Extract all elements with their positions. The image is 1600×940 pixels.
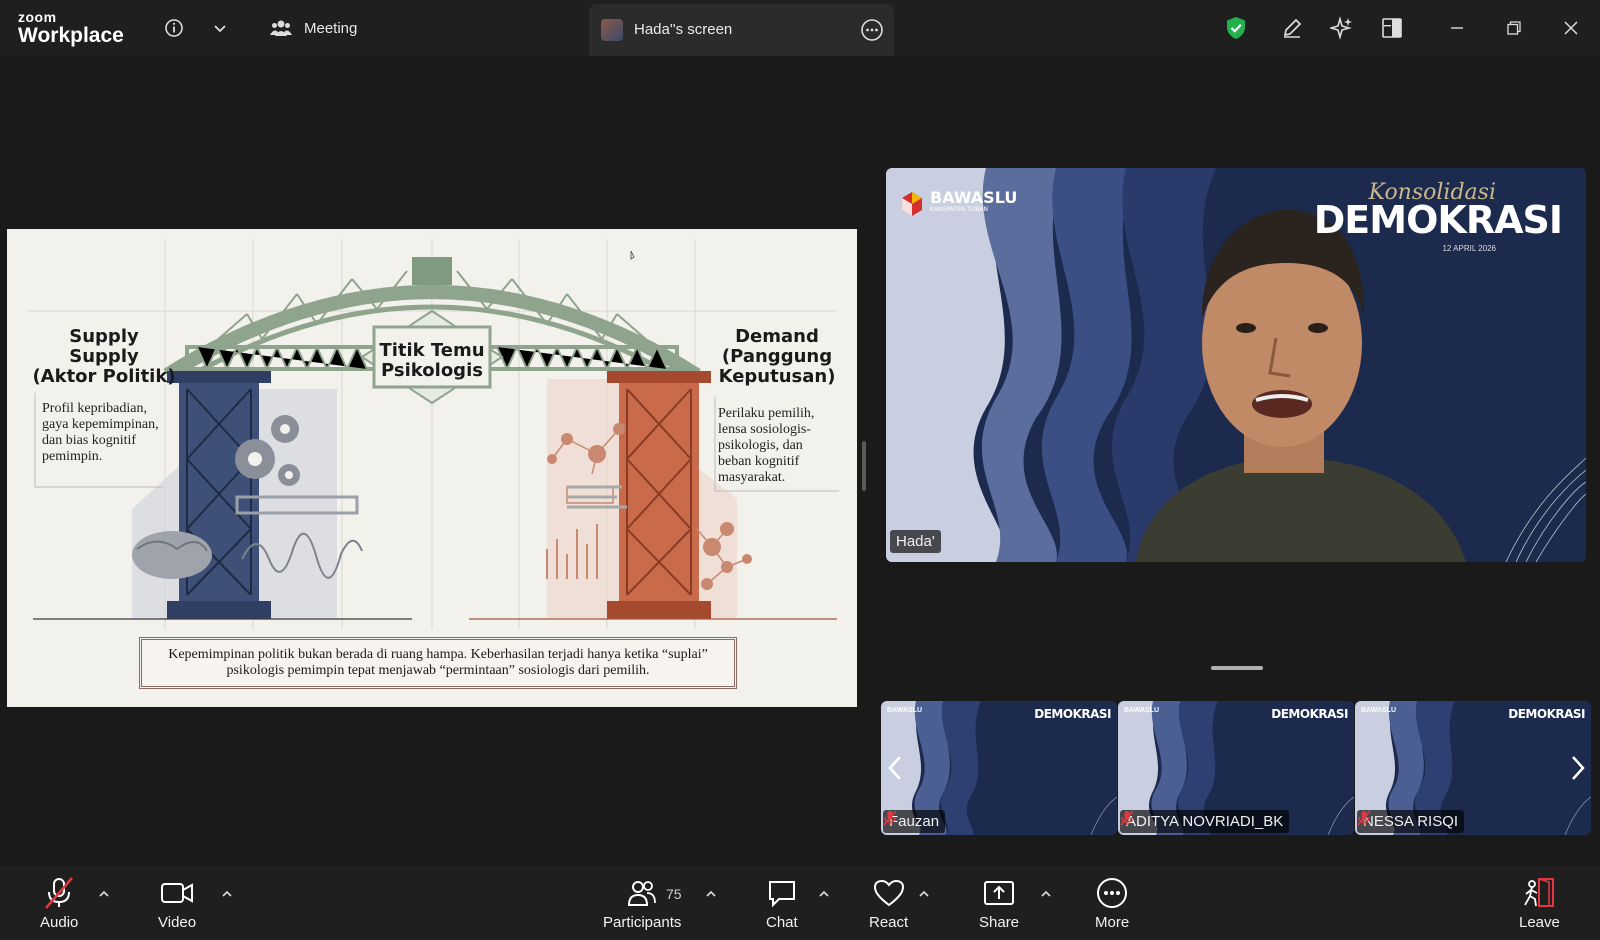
bawaslu-logo-sub: KABUPATEN TUBAN — [930, 206, 988, 213]
meeting-tab-label: Meeting — [304, 19, 358, 37]
react-button[interactable]: React — [869, 876, 908, 931]
audio-label: Audio — [40, 914, 79, 931]
leave-door-icon — [1522, 876, 1556, 910]
participant-name-tag: Fauzan — [883, 810, 946, 833]
chevron-right-icon — [1572, 756, 1585, 780]
minimize-icon[interactable] — [1443, 14, 1471, 42]
thumb-logo: BAWASLU — [887, 707, 922, 714]
video-options-caret[interactable] — [219, 886, 235, 902]
participant-name: NESSA RISQI — [1363, 813, 1459, 830]
close-icon[interactable] — [1557, 14, 1585, 42]
speaker-name-tag: Hada' — [890, 530, 941, 553]
meeting-tab[interactable]: Meeting — [270, 14, 357, 42]
leave-label: Leave — [1519, 914, 1560, 931]
thumb-logo: BAWASLU — [1361, 707, 1396, 714]
avatar — [601, 19, 623, 41]
react-options-caret[interactable] — [916, 886, 932, 902]
share-button[interactable]: Share — [979, 876, 1019, 931]
chevron-up-icon — [919, 890, 929, 897]
chevron-up-icon — [99, 890, 109, 897]
brand-big: Workplace — [18, 24, 124, 47]
participant-name-tag: NESSA RISQI — [1357, 810, 1465, 833]
thumb-event-title: DEMOKRASI — [1508, 707, 1585, 721]
video-button[interactable]: Video — [158, 876, 196, 931]
active-speaker-video[interactable]: BAWASLU KABUPATEN TUBAN Konsolidasi DEMO… — [886, 168, 1586, 562]
react-label: React — [869, 914, 909, 931]
participant-thumbnail[interactable]: BAWASLU DEMOKRASI Fauzan — [881, 701, 1117, 835]
thumb-logo: BAWASLU — [1124, 707, 1159, 714]
mic-muted-icon — [883, 810, 897, 826]
gallery-next-button[interactable] — [1565, 748, 1591, 788]
mic-muted-icon — [1120, 810, 1134, 826]
shared-screen-slide[interactable]: Supply Supply (Aktor Politik) Profil kep… — [7, 229, 857, 707]
more-options-icon — [1096, 876, 1128, 910]
event-title: DEMOKRASI — [1313, 198, 1563, 242]
chat-options-caret[interactable] — [816, 886, 832, 902]
center-title: Titik Temu Psikologis — [379, 340, 485, 381]
zoom-workplace-logo: zoom Workplace — [18, 10, 124, 46]
share-screen-icon — [983, 876, 1015, 910]
split-resize-handle[interactable] — [862, 441, 866, 491]
restore-icon[interactable] — [1500, 14, 1528, 42]
shield-icon[interactable] — [1222, 14, 1250, 42]
title-bar: zoom Workplace Meeting Hada''s screen — [0, 0, 1600, 56]
screen-tab-title: Hada''s screen — [634, 21, 733, 38]
video-label: Video — [158, 914, 197, 931]
more-options-icon[interactable] — [860, 18, 884, 47]
participants-options-caret[interactable] — [703, 886, 719, 902]
chevron-up-icon — [222, 890, 232, 897]
participant-thumbnail[interactable]: BAWASLU DEMOKRASI ADITYA NOVRIADI_BK — [1118, 701, 1354, 835]
mic-muted-icon — [1357, 810, 1371, 826]
chat-button[interactable]: Chat — [766, 876, 798, 931]
participant-name-tag: ADITYA NOVRIADI_BK — [1120, 810, 1290, 833]
conclusion-banner: Kepemimpinan politik bukan berada di rua… — [139, 637, 737, 689]
meeting-controls-toolbar: Audio Video Participants 75 Chat React S… — [0, 866, 1600, 940]
chevron-left-icon — [888, 756, 901, 780]
gallery-resize-handle[interactable] — [1211, 666, 1263, 670]
participant-name: ADITYA NOVRIADI_BK — [1126, 813, 1284, 830]
participants-icon — [627, 876, 657, 910]
demand-description: Perilaku pemilih, lensa sosiologis-psiko… — [718, 406, 815, 485]
video-camera-icon — [160, 876, 194, 910]
screen-share-tab[interactable]: Hada''s screen — [589, 4, 894, 56]
participants-label: Participants — [603, 914, 682, 931]
chevron-down-icon[interactable] — [206, 14, 234, 42]
side-panel-icon[interactable] — [1378, 14, 1406, 42]
participants-count: 75 — [666, 886, 682, 902]
chevron-up-icon — [706, 890, 716, 897]
audio-button[interactable]: Audio — [40, 876, 78, 931]
share-label: Share — [979, 914, 1020, 931]
demand-title: Demand (Panggung Keputusan) — [718, 326, 836, 387]
share-options-caret[interactable] — [1038, 886, 1054, 902]
people-icon — [270, 20, 292, 36]
speaker-name: Hada' — [896, 533, 935, 550]
audio-options-caret[interactable] — [96, 886, 112, 902]
supply-title: Supply Supply (Aktor Politik) — [32, 326, 176, 387]
chevron-up-icon — [819, 890, 829, 897]
chevron-up-icon — [1041, 890, 1051, 897]
gallery-prev-button[interactable] — [882, 748, 908, 788]
more-button[interactable]: More — [1095, 876, 1129, 931]
thumb-event-title: DEMOKRASI — [1034, 707, 1111, 721]
chat-bubble-icon — [767, 876, 797, 910]
ai-companion-icon[interactable] — [1328, 14, 1356, 42]
participants-button[interactable]: Participants — [603, 876, 681, 931]
supply-description: Profil kepribadian, gaya kepemimpinan, d… — [42, 401, 159, 464]
more-label: More — [1095, 914, 1130, 931]
chat-label: Chat — [766, 914, 798, 931]
annotate-pen-icon[interactable] — [1278, 14, 1306, 42]
thumb-event-title: DEMOKRASI — [1271, 707, 1348, 721]
heart-icon — [873, 876, 905, 910]
bawaslu-logo-text: BAWASLU — [930, 188, 1018, 207]
participant-thumbnail[interactable]: BAWASLU DEMOKRASI NESSA RISQI — [1355, 701, 1591, 835]
meeting-info-icon[interactable] — [160, 14, 188, 42]
brand-small: zoom — [18, 9, 57, 25]
mic-muted-icon — [42, 876, 76, 910]
leave-button[interactable]: Leave — [1519, 876, 1560, 931]
event-date: 12 APRIL 2026 — [1442, 244, 1496, 253]
